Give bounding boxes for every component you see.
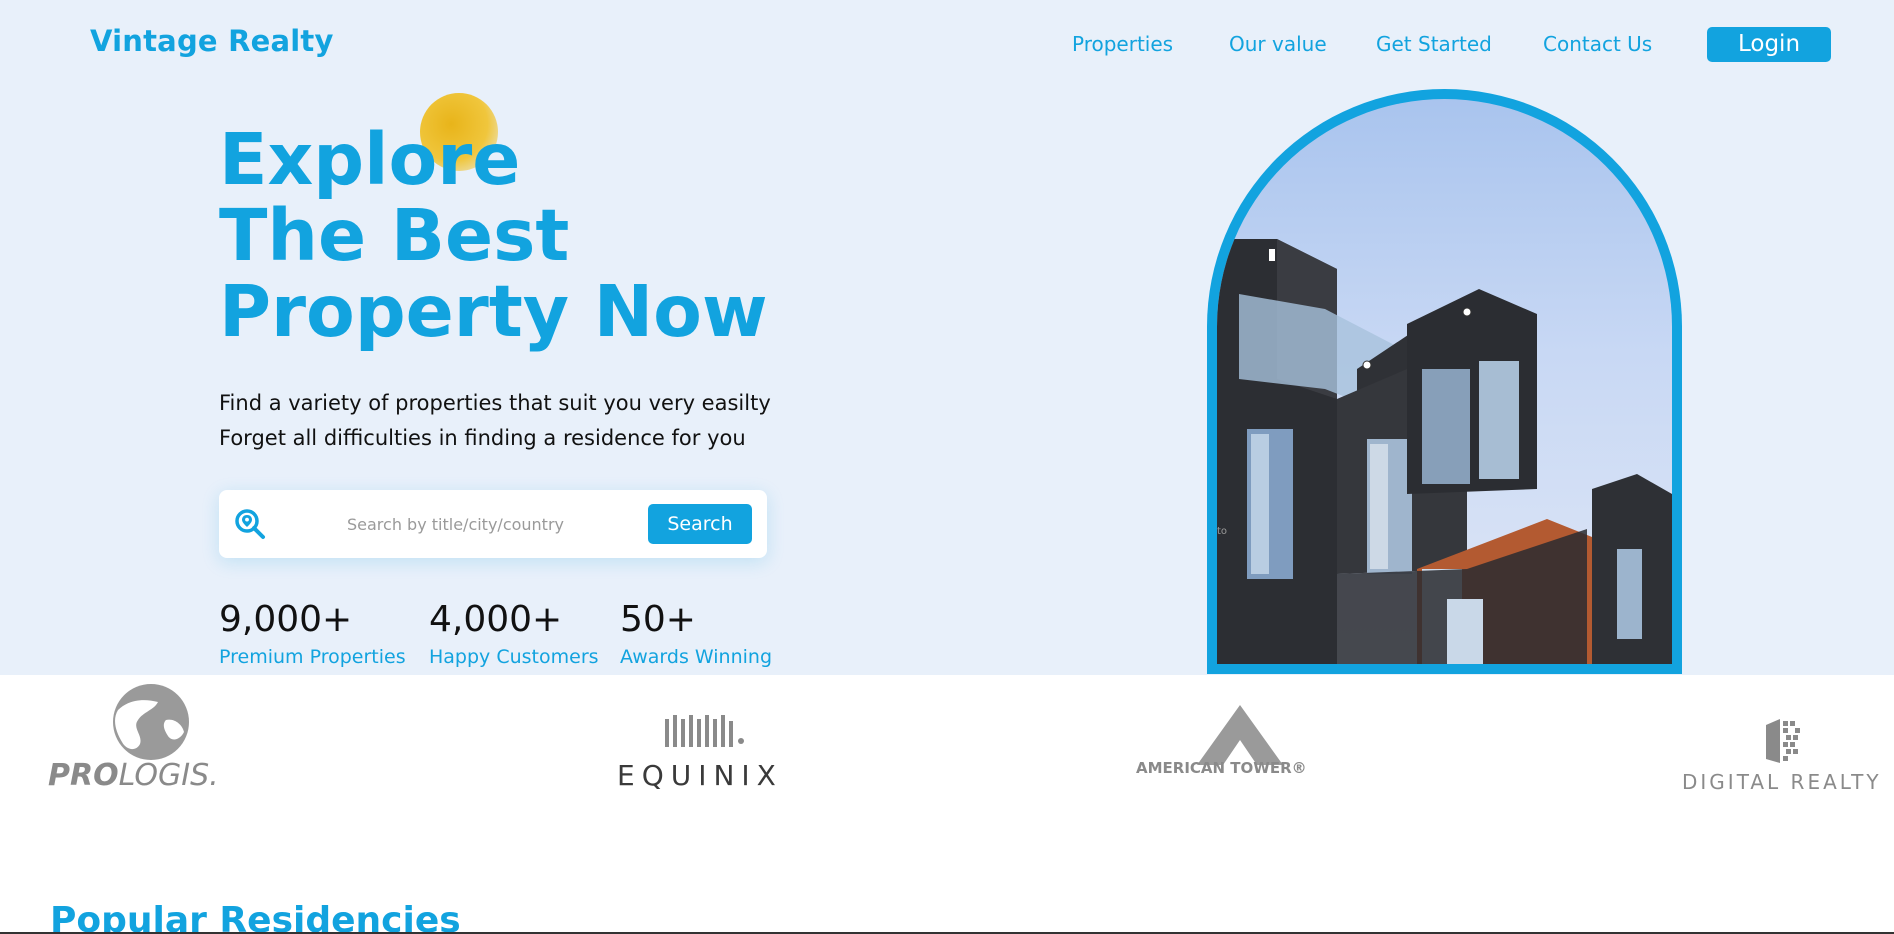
hero-title-line: The Best [219,194,570,277]
stat-awards-winning: 50+ Awards Winning [620,596,772,668]
nav-link-get-started[interactable]: Get Started [1376,32,1492,56]
stat-value: 4,000+ [429,599,563,640]
partner-logo-digital-realty: DIGITAL REALTY [1682,715,1894,795]
hero-subtitle-line: Find a variety of properties that suit y… [219,391,771,415]
hero-building-image: to [1217,99,1672,664]
nav-link-contact-us[interactable]: Contact Us [1543,32,1652,56]
partner-name: PRO [48,758,119,793]
stat-happy-customers: 4,000+ Happy Customers [429,596,599,668]
search-button[interactable]: Search [648,504,752,544]
search-input[interactable] [347,510,567,538]
partner-logo-american-tower: AMERICAN TOWER® [1133,705,1353,785]
location-search-icon [233,507,267,541]
digital-realty-icon [1766,719,1800,763]
partner-mark: . [209,758,219,793]
stat-label: Happy Customers [429,646,599,668]
hero-title: Explore The Best Property Now [219,122,768,350]
stat-label: Premium Properties [219,646,406,668]
partner-name: DIGITAL REALTY [1682,770,1882,794]
stat-premium-properties: 9,000+ Premium Properties [219,596,406,668]
image-alt-text: to [1217,526,1228,537]
stat-value: 50+ [620,599,696,640]
partner-name: EQUINIX [617,759,783,792]
stat-label: Awards Winning [620,646,772,668]
hero-subtitle: Find a variety of properties that suit y… [219,386,771,456]
partner-logo-prologis: PROLOGIS. [48,680,258,793]
nav-link-properties[interactable]: Properties [1072,32,1173,56]
hero-image-frame: to [1207,89,1682,674]
stat-value: 9,000+ [219,599,353,640]
hero-title-line: Property Now [219,270,768,353]
hero-title-line: Explore [219,118,521,201]
partner-logo-equinix: EQUINIX [615,707,785,792]
partner-name: AMERICAN TOWER [1136,759,1292,777]
nav-link-our-value[interactable]: Our value [1229,32,1327,56]
partner-name: LOGIS [118,758,210,793]
section-title-popular-residencies: Popular Residencies [50,900,461,934]
equinix-icon [665,715,744,747]
brand-logo[interactable]: Vintage Realty [90,24,334,58]
search-bar: Search [219,490,767,558]
login-button[interactable]: Login [1707,27,1831,62]
partner-logos-strip: PROLOGIS. EQUINIX AMERICAN TOWER® DIGITA… [0,675,1894,865]
hero-subtitle-line: Forget all difficulties in finding a res… [219,426,746,450]
partner-mark: ® [1291,759,1307,777]
hero-section: Vintage Realty Properties Our value Get … [0,0,1894,675]
tower-icon [1197,705,1283,765]
